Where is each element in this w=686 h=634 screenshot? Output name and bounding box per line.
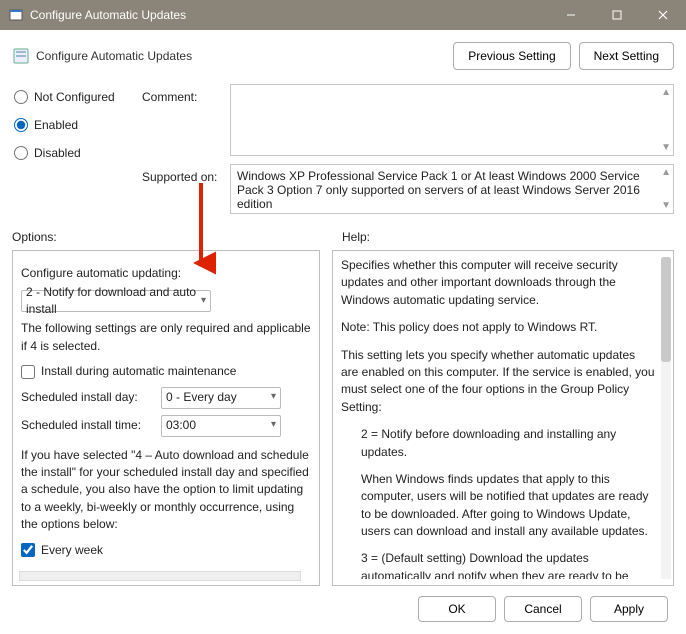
configure-updating-label: Configure automatic updating: bbox=[21, 265, 311, 282]
schedule-note: If you have selected "4 – Auto download … bbox=[21, 447, 311, 534]
radio-not-configured[interactable]: Not Configured bbox=[14, 90, 142, 104]
cancel-button[interactable]: Cancel bbox=[504, 596, 582, 622]
close-button[interactable] bbox=[640, 0, 686, 30]
titlebar[interactable]: Configure Automatic Updates bbox=[0, 0, 686, 30]
every-week-checkbox[interactable]: Every week bbox=[21, 542, 311, 559]
maximize-button[interactable] bbox=[594, 0, 640, 30]
select-value: 0 - Every day bbox=[166, 389, 237, 406]
supported-on-box: Windows XP Professional Service Pack 1 o… bbox=[230, 164, 674, 214]
options-pane: Configure automatic updating: 2 - Notify… bbox=[12, 250, 320, 586]
comment-textarea[interactable]: ▲ ▼ bbox=[230, 84, 674, 156]
radio-enabled[interactable]: Enabled bbox=[14, 118, 142, 132]
install-maintenance-checkbox[interactable]: Install during automatic maintenance bbox=[21, 363, 311, 380]
previous-setting-button[interactable]: Previous Setting bbox=[453, 42, 570, 70]
chevron-down-icon: ▾ bbox=[271, 390, 276, 405]
install-time-label: Scheduled install time: bbox=[21, 417, 151, 434]
help-text: Note: This policy does not apply to Wind… bbox=[341, 319, 655, 336]
policy-icon bbox=[12, 47, 30, 65]
header-row: Configure Automatic Updates Previous Set… bbox=[12, 38, 674, 82]
chevron-down-icon: ▾ bbox=[271, 418, 276, 433]
scrollbar-thumb[interactable] bbox=[661, 257, 671, 362]
window-title: Configure Automatic Updates bbox=[30, 8, 548, 22]
configure-updating-select[interactable]: 2 - Notify for download and auto install… bbox=[21, 290, 211, 312]
only-required-note: The following settings are only required… bbox=[21, 320, 311, 355]
install-day-select[interactable]: 0 - Every day ▾ bbox=[161, 387, 281, 409]
supported-label: Supported on: bbox=[142, 164, 224, 214]
help-pane: Specifies whether this computer will rec… bbox=[332, 250, 674, 586]
dialog-footer: OK Cancel Apply bbox=[12, 586, 674, 634]
radio-label: Not Configured bbox=[34, 90, 115, 104]
page-title: Configure Automatic Updates bbox=[36, 49, 445, 63]
vertical-scrollbar[interactable] bbox=[661, 257, 671, 579]
help-text: This setting lets you specify whether au… bbox=[341, 347, 655, 417]
install-time-select[interactable]: 03:00 ▾ bbox=[161, 415, 281, 437]
apply-button[interactable]: Apply bbox=[590, 596, 668, 622]
help-text: 3 = (Default setting) Download the updat… bbox=[341, 550, 655, 579]
checkbox-label: Every week bbox=[41, 542, 103, 559]
scroll-up-icon: ▲ bbox=[661, 167, 671, 178]
comment-label: Comment: bbox=[142, 84, 224, 156]
minimize-button[interactable] bbox=[548, 0, 594, 30]
radio-label: Disabled bbox=[34, 146, 81, 160]
app-icon bbox=[8, 7, 24, 23]
next-setting-button[interactable]: Next Setting bbox=[579, 42, 674, 70]
chevron-down-icon: ▾ bbox=[201, 294, 206, 309]
help-label: Help: bbox=[342, 230, 370, 244]
scroll-up-icon: ▲ bbox=[661, 87, 671, 98]
help-text: Specifies whether this computer will rec… bbox=[341, 257, 655, 309]
help-text: When Windows finds updates that apply to… bbox=[341, 471, 655, 541]
supported-on-text: Windows XP Professional Service Pack 1 o… bbox=[237, 169, 640, 211]
horizontal-scrollbar[interactable] bbox=[19, 571, 301, 581]
install-day-label: Scheduled install day: bbox=[21, 389, 151, 406]
select-value: 2 - Notify for download and auto install bbox=[26, 284, 201, 319]
options-label: Options: bbox=[12, 230, 342, 244]
scroll-down-icon: ▼ bbox=[661, 142, 671, 153]
state-radio-group: Not Configured Enabled Disabled bbox=[12, 84, 142, 214]
checkbox-label: Install during automatic maintenance bbox=[41, 363, 236, 380]
radio-disabled[interactable]: Disabled bbox=[14, 146, 142, 160]
scroll-down-icon: ▼ bbox=[661, 200, 671, 211]
radio-label: Enabled bbox=[34, 118, 78, 132]
ok-button[interactable]: OK bbox=[418, 596, 496, 622]
select-value: 03:00 bbox=[166, 417, 196, 434]
help-text: 2 = Notify before downloading and instal… bbox=[341, 426, 655, 461]
